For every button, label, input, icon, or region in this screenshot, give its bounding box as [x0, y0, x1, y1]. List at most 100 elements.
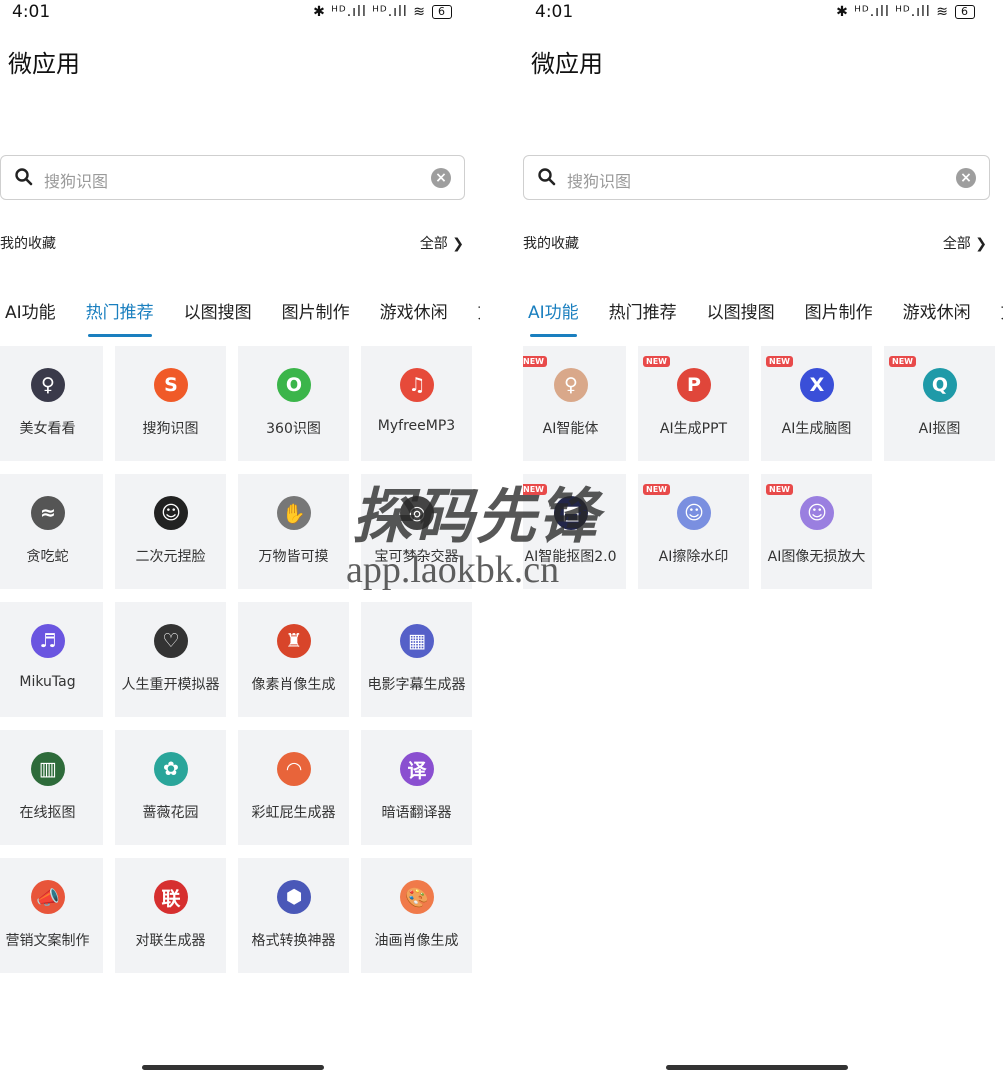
sogou-icon: S	[154, 368, 188, 402]
app-tile[interactable]: 联对联生成器	[115, 858, 226, 973]
app-tile[interactable]: ♬ MikuTag	[0, 602, 103, 717]
tab-item[interactable]: AI功能	[5, 298, 56, 323]
hand-icon: ✋	[277, 496, 311, 530]
garden-icon: ✿	[154, 752, 188, 786]
app-tile[interactable]: NEW ♀ AI智能体	[523, 346, 626, 461]
clear-icon[interactable]: ×	[431, 168, 451, 188]
app-label: MikuTag	[19, 674, 76, 690]
app-tile[interactable]: 📣 营销文案制作	[0, 858, 103, 973]
anime-face-icon: ☺	[154, 496, 188, 530]
app-label: MyfreeMP3	[377, 418, 456, 434]
app-label: 搜狗识图	[142, 421, 199, 437]
app-label: 营销文案制作	[5, 933, 90, 949]
tab-item[interactable]: 以图搜图	[184, 298, 252, 323]
app-tile[interactable]: NEW X AI生成脑图	[761, 346, 872, 461]
app-tile[interactable]: ⬢ 格式转换神器	[238, 858, 349, 973]
app-tile[interactable]: ≈ 贪吃蛇	[0, 474, 103, 589]
app-grid: NEW ♀ AI智能体 NEW P AI生成PPT NEW X AI生成脑图 NEW Q AI抠图 NE…	[523, 346, 995, 589]
app-grid: ♀ 美女看看 S 搜狗识图 O 360识图 ♫ MyfreeMP3 ≈ 贪吃蛇 ☺ 二次元捏脸 ✋ 万物皆…	[0, 346, 472, 973]
app-label: AI擦除水印	[658, 549, 729, 565]
tab-item[interactable]: 文	[478, 298, 480, 323]
app-tile[interactable]: ◎ 宝可梦杂交器	[361, 474, 472, 589]
app-label: 贪吃蛇	[26, 549, 69, 565]
home-indicator[interactable]	[142, 1065, 324, 1070]
app-label: AI生成脑图	[781, 421, 852, 437]
app-tile[interactable]: ▦ 电影字幕生成器	[361, 602, 472, 717]
app-label: 彩虹屁生成器	[251, 805, 336, 821]
app-label: 像素肖像生成	[251, 677, 336, 693]
mindmap-icon: X	[800, 368, 834, 402]
headphones-icon: ♬	[31, 624, 65, 658]
app-tile[interactable]: NEW P AI生成PPT	[638, 346, 749, 461]
new-badge: NEW	[643, 484, 670, 495]
app-label: AI图像无损放大	[767, 549, 866, 565]
app-label: 蔷薇花园	[142, 805, 199, 821]
megaphone-icon: 📣	[31, 880, 65, 914]
app-tile[interactable]: 🎨 油画肖像生成	[361, 858, 472, 973]
new-badge: NEW	[523, 356, 547, 367]
app-tile[interactable]: ♡ 人生重开模拟器	[115, 602, 226, 717]
avatar-girl-icon: ♀	[31, 368, 65, 402]
qr-bars-icon: ▥	[31, 752, 65, 786]
app-label: 二次元捏脸	[135, 549, 206, 565]
app-tile[interactable]: O 360识图	[238, 346, 349, 461]
app-tile[interactable]: ♀ 美女看看	[0, 346, 103, 461]
status-icons: ✱ ᴴᴰ.ıll ᴴᴰ.ıll ≋ 6	[313, 4, 452, 20]
app-tile[interactable]: NEW ☺ AI图像无损放大	[761, 474, 872, 589]
ai-avatar-icon: ♀	[554, 368, 588, 402]
signal-icon: ✱ ᴴᴰ.ıll ᴴᴰ.ıll ≋	[313, 4, 426, 20]
360-icon: O	[277, 368, 311, 402]
page-title: 微应用	[8, 50, 80, 78]
favorites-label: 我的收藏	[523, 236, 579, 252]
tab-item[interactable]: 图片制作	[282, 298, 350, 323]
new-badge: NEW	[889, 356, 916, 367]
tab-item[interactable]: AI功能	[528, 298, 579, 337]
app-label: 电影字幕生成器	[367, 677, 466, 693]
status-icons: ✱ ᴴᴰ.ıll ᴴᴰ.ıll ≋ 6	[836, 4, 975, 20]
tab-item[interactable]: 热门推荐	[609, 298, 677, 323]
app-tile[interactable]: NEW ☺ AI擦除水印	[638, 474, 749, 589]
app-tile[interactable]: ✋ 万物皆可摸	[238, 474, 349, 589]
head-heart-icon: ♡	[154, 624, 188, 658]
app-tile[interactable]: ♜ 像素肖像生成	[238, 602, 349, 717]
screen-ai-functions: 4:01 ✱ ᴴᴰ.ıll ᴴᴰ.ıll ≋ 6 微应用 搜狗识图 × 我的收藏 全部 ❯ AI…	[523, 0, 1003, 1075]
new-badge: NEW	[643, 356, 670, 367]
app-label: 人生重开模拟器	[121, 677, 220, 693]
category-tabs: AI功能热门推荐以图搜图图片制作游戏休闲文	[528, 298, 1003, 337]
app-tile[interactable]: S 搜狗识图	[115, 346, 226, 461]
app-tile[interactable]: ✿ 蔷薇花园	[115, 730, 226, 845]
app-label: AI抠图	[918, 421, 961, 437]
view-all-link[interactable]: 全部 ❯	[420, 233, 464, 253]
signal-icon: ✱ ᴴᴰ.ıll ᴴᴰ.ıll ≋	[836, 4, 949, 20]
tab-item[interactable]: 以图搜图	[707, 298, 775, 323]
film-strip-icon: ▦	[400, 624, 434, 658]
app-tile[interactable]: NEW Q AI抠图	[884, 346, 995, 461]
tab-item[interactable]: 图片制作	[805, 298, 873, 323]
clear-icon[interactable]: ×	[956, 168, 976, 188]
app-label: 万物皆可摸	[258, 549, 329, 565]
search-input[interactable]: 搜狗识图	[567, 168, 631, 192]
app-tile[interactable]: ◠ 彩虹屁生成器	[238, 730, 349, 845]
app-tile[interactable]: ♫ MyfreeMP3	[361, 346, 472, 461]
app-label: 格式转换神器	[251, 933, 336, 949]
tab-item[interactable]: 热门推荐	[86, 298, 154, 337]
cutout-v2-icon: ⬒	[554, 496, 588, 530]
upscale-icon: ☺	[800, 496, 834, 530]
app-label: 对联生成器	[135, 933, 206, 949]
search-input[interactable]: 搜狗识图	[44, 168, 108, 192]
app-tile[interactable]: ▥ 在线抠图	[0, 730, 103, 845]
app-tile[interactable]: 译暗语翻译器	[361, 730, 472, 845]
tab-item[interactable]: 游戏休闲	[380, 298, 448, 323]
translate-icon: 译	[400, 752, 434, 786]
search-bar[interactable]: 搜狗识图 ×	[0, 155, 465, 200]
tab-item[interactable]: 游戏休闲	[903, 298, 971, 323]
search-bar[interactable]: 搜狗识图 ×	[523, 155, 990, 200]
search-icon	[537, 167, 557, 191]
pixel-mario-icon: ♜	[277, 624, 311, 658]
home-indicator[interactable]	[666, 1065, 848, 1070]
app-tile[interactable]: NEW ⬒ AI智能抠图2.0	[523, 474, 626, 589]
snake-icon: ≈	[31, 496, 65, 530]
app-tile[interactable]: ☺ 二次元捏脸	[115, 474, 226, 589]
new-badge: NEW	[523, 484, 547, 495]
view-all-link[interactable]: 全部 ❯	[943, 233, 987, 253]
